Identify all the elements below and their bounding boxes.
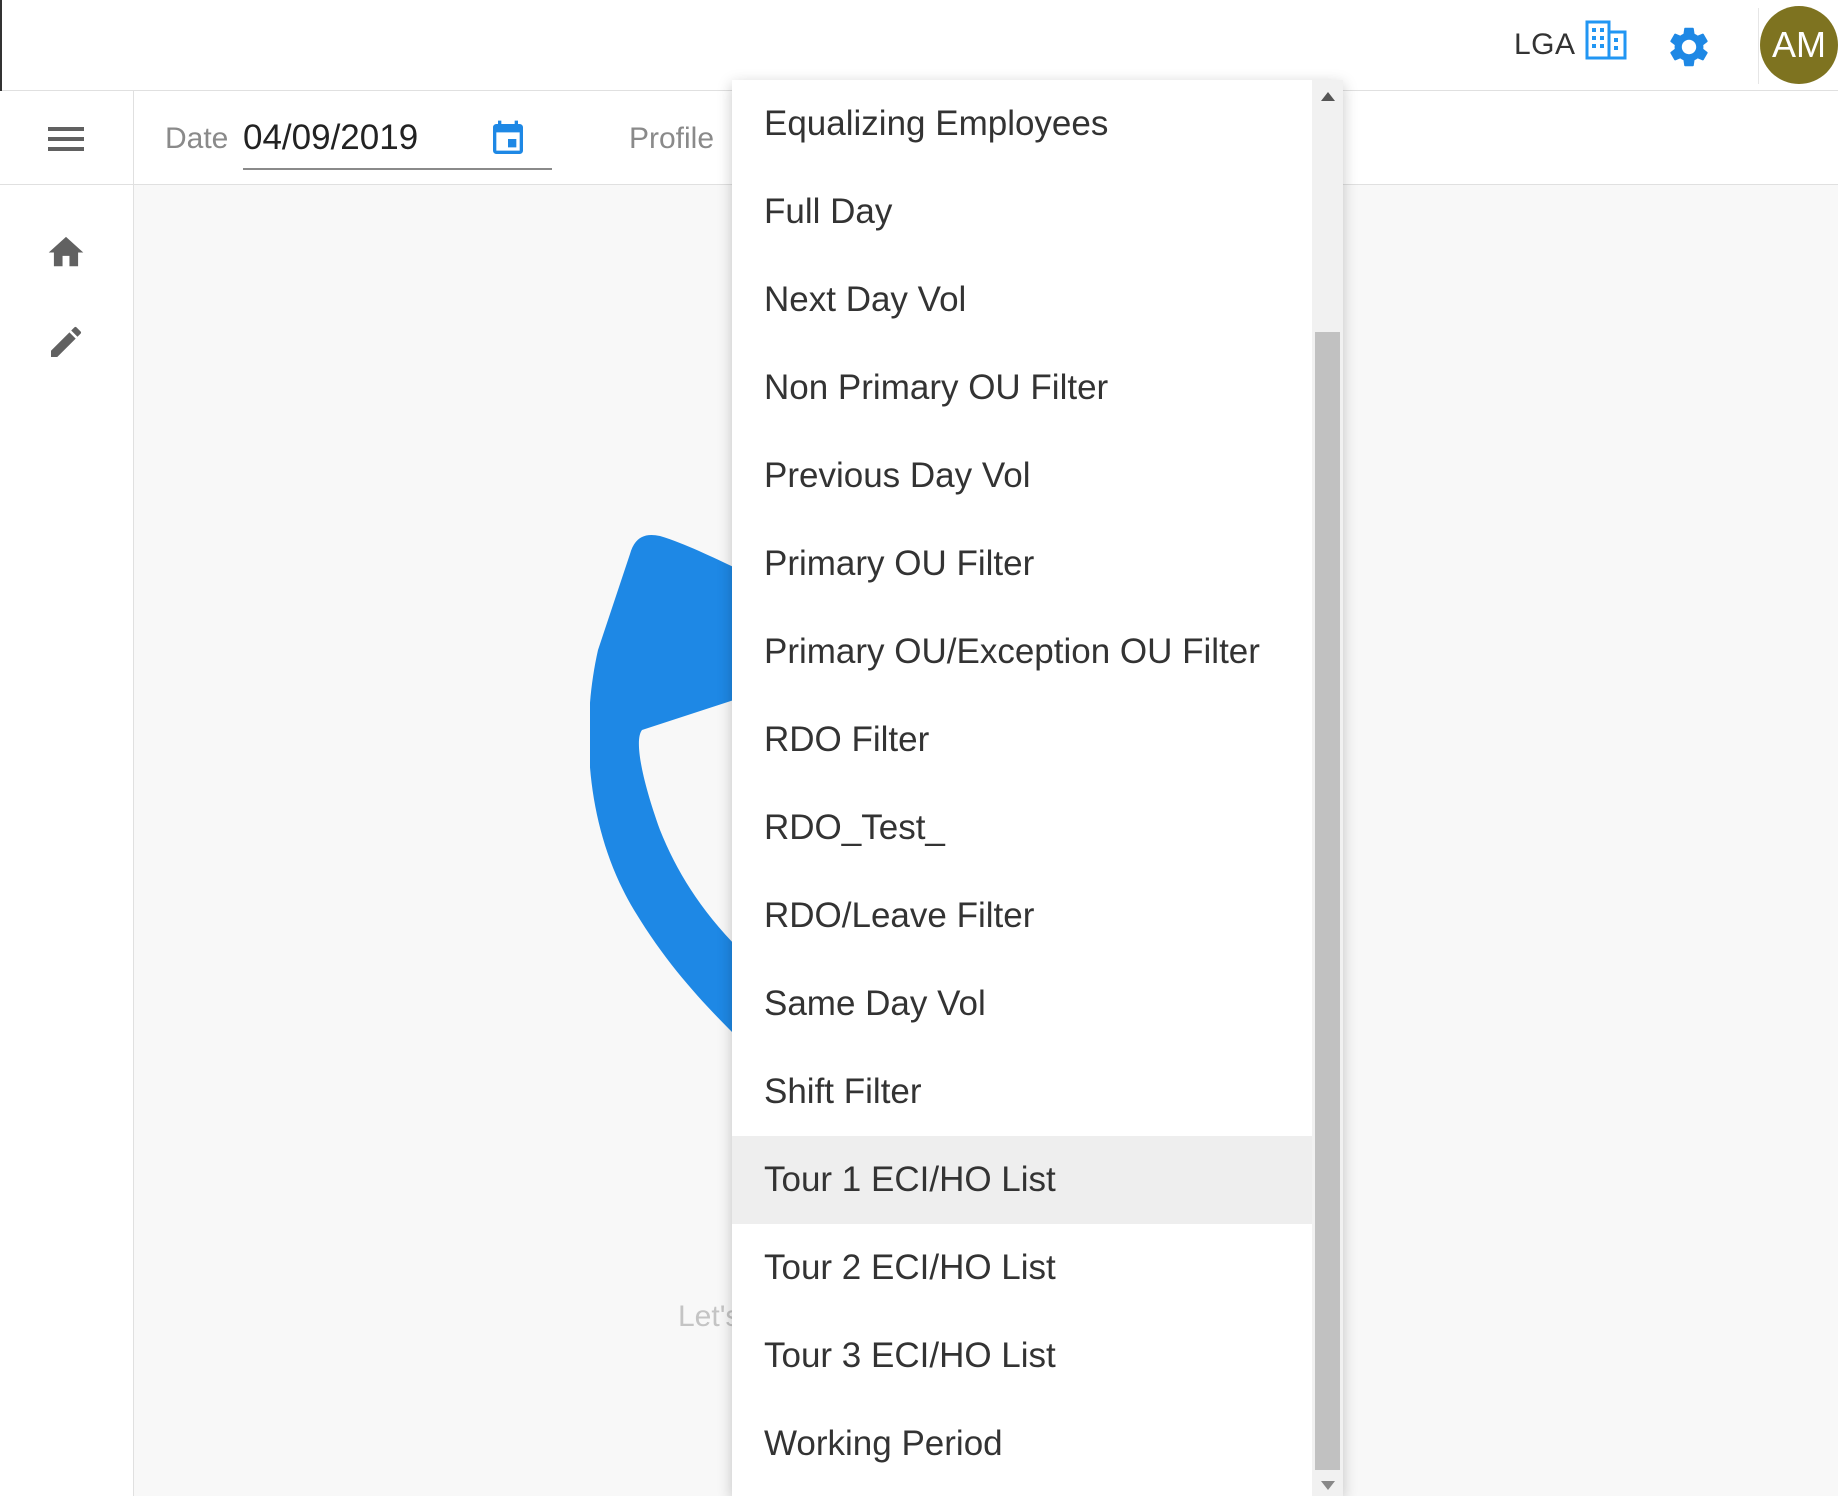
- dropdown-option[interactable]: RDO_Test_: [732, 784, 1312, 872]
- app-logo-illustration: [590, 535, 740, 1040]
- header-divider: [1758, 8, 1759, 84]
- dropdown-option[interactable]: Shift Filter: [732, 1048, 1312, 1136]
- scroll-down-arrow-icon[interactable]: [1321, 1481, 1335, 1490]
- dropdown-scrollbar[interactable]: [1312, 80, 1343, 1496]
- dropdown-option[interactable]: Primary OU Filter: [732, 520, 1312, 608]
- org-code-label: LGA: [1514, 28, 1576, 61]
- date-value[interactable]: 04/09/2019: [243, 118, 418, 158]
- dropdown-option[interactable]: Next Day Vol: [732, 256, 1312, 344]
- dropdown-option[interactable]: Working Period: [732, 1400, 1312, 1488]
- dropdown-options: Equalizing Employees Full Day Next Day V…: [732, 80, 1312, 1488]
- side-nav: [0, 185, 133, 1496]
- dropdown-option[interactable]: Tour 2 ECI/HO List: [732, 1224, 1312, 1312]
- gear-icon[interactable]: [1665, 23, 1713, 71]
- dropdown-option[interactable]: Previous Day Vol: [732, 432, 1312, 520]
- profile-label: Profile: [629, 122, 715, 155]
- dropdown-option-highlighted[interactable]: Tour 1 ECI/HO List: [732, 1136, 1312, 1224]
- edit-icon[interactable]: [46, 322, 86, 362]
- scroll-thumb[interactable]: [1315, 332, 1340, 1470]
- dropdown-option[interactable]: Tour 3 ECI/HO List: [732, 1312, 1312, 1400]
- dropdown-option[interactable]: Same Day Vol: [732, 960, 1312, 1048]
- dropdown-option[interactable]: RDO/Leave Filter: [732, 872, 1312, 960]
- home-icon[interactable]: [45, 230, 87, 268]
- dropdown-option[interactable]: Full Day: [732, 168, 1312, 256]
- date-field[interactable]: 04/09/2019: [243, 114, 552, 170]
- dropdown-option[interactable]: Primary OU/Exception OU Filter: [732, 608, 1312, 696]
- dropdown-option[interactable]: RDO Filter: [732, 696, 1312, 784]
- dropdown-option[interactable]: Non Primary OU Filter: [732, 344, 1312, 432]
- scroll-up-arrow-icon[interactable]: [1321, 92, 1335, 101]
- profile-dropdown-menu[interactable]: Equalizing Employees Full Day Next Day V…: [732, 80, 1343, 1496]
- building-icon[interactable]: [1585, 20, 1627, 60]
- dropdown-option[interactable]: Equalizing Employees: [732, 80, 1312, 168]
- hamburger-menu-icon[interactable]: [44, 124, 88, 154]
- user-avatar[interactable]: AM: [1760, 6, 1838, 84]
- calendar-icon[interactable]: [488, 118, 528, 160]
- date-label: Date: [165, 122, 229, 155]
